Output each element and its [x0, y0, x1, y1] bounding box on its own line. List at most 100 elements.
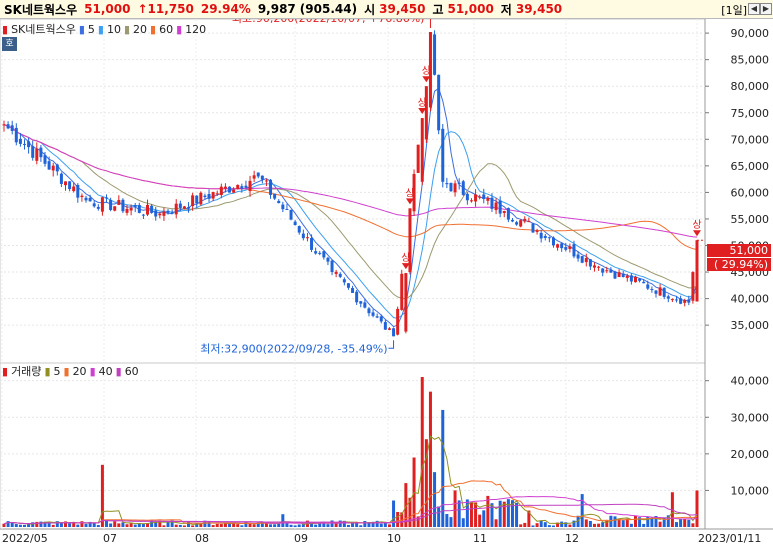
candle-body [162, 211, 166, 216]
candle-body [457, 182, 461, 184]
volume-bar [96, 525, 100, 527]
candle-body [404, 273, 408, 332]
candle-body [150, 205, 154, 213]
volume-bar [178, 524, 182, 527]
candle-body [55, 164, 59, 172]
candle-body [465, 193, 469, 201]
volume-bar [182, 525, 186, 527]
volume-bar [695, 490, 699, 527]
vol-legend-ma40-icon: ▮ [89, 364, 96, 378]
volume-bar [584, 519, 588, 527]
price-panel [0, 19, 706, 364]
candle-body [646, 284, 650, 289]
candle-body [10, 125, 14, 131]
candle-body [601, 268, 605, 273]
quote-icon[interactable]: 호 [2, 37, 17, 51]
volume-tick-label: 30,000 [731, 411, 770, 424]
volume-bar [515, 502, 519, 527]
candle-body [72, 186, 76, 192]
candle-body [80, 195, 84, 198]
candle-body [584, 258, 588, 263]
candle-body [367, 308, 371, 314]
candle-body [88, 197, 92, 202]
candle-body [551, 237, 555, 246]
volume-bar [121, 522, 125, 527]
candle-body [269, 179, 273, 195]
volume-bar [592, 523, 596, 527]
price-tick-label: 55,000 [731, 213, 770, 226]
vol-legend-ma5-icon: ▮ [44, 364, 51, 378]
volume-bar [23, 524, 27, 527]
candle-body [318, 252, 322, 254]
volume-bar [297, 524, 301, 527]
candle-body [613, 271, 617, 279]
volume-bar [109, 523, 113, 527]
legend-ma20: 20 [133, 22, 148, 36]
candle-body [576, 254, 580, 259]
candle-body [68, 181, 72, 190]
candle-body [146, 204, 150, 215]
volume-value: 9,987 [257, 2, 296, 16]
candle-body [670, 299, 674, 301]
legend-ma120: 120 [185, 22, 207, 36]
candle-body [392, 328, 396, 337]
candle-body [100, 197, 104, 212]
candle-body [609, 270, 613, 273]
candle-body [625, 275, 629, 278]
candle-body [293, 221, 297, 226]
volume-bar [113, 521, 117, 527]
volume-bar [482, 510, 486, 527]
candle-body [47, 161, 51, 170]
candle-body [2, 124, 6, 126]
volume-bar [502, 501, 506, 527]
candle-body [211, 192, 215, 199]
candle-body [289, 210, 293, 220]
candle-body [449, 182, 453, 192]
volume-bar [240, 525, 244, 527]
candle-body [375, 316, 379, 318]
stock-chart[interactable]: 35,00040,00045,00050,00055,00060,00065,0… [0, 19, 773, 548]
candle-body [141, 214, 145, 216]
date-tick-label: 2023/01/11 [698, 532, 761, 545]
candle-body [207, 194, 211, 199]
volume-bar [420, 377, 424, 527]
candle-body [437, 74, 441, 131]
legend-bar-icon: ▮ [2, 22, 9, 36]
candle-body [232, 189, 236, 193]
candle-body [182, 206, 186, 209]
legend-stock-name: SK네트웍스우 [11, 23, 76, 36]
volume-bar [273, 524, 277, 527]
volume-bar [162, 525, 166, 527]
price-tick-label: 75,000 [731, 107, 770, 120]
candle-body [687, 299, 691, 303]
candle-body [334, 271, 338, 274]
candle-body [326, 257, 330, 262]
candle-body [59, 173, 63, 184]
volume-bar [601, 522, 605, 527]
limit-up-label: 상 [422, 65, 431, 77]
volume-bar [474, 502, 478, 527]
vol-legend-ma60-icon: ▮ [115, 364, 122, 378]
volume-legend: ▮ 거래량 ▮ 5 ▮ 20 ▮ 40 ▮ 60 [2, 363, 142, 379]
next-arrow-icon[interactable]: ▶ [760, 3, 772, 15]
prev-arrow-icon[interactable]: ◀ [748, 3, 760, 15]
volume-bar [59, 522, 63, 527]
price-change-pct: 29.94% [200, 2, 251, 16]
vol-legend-ma5: 5 [53, 364, 61, 378]
volume-bar [531, 525, 535, 527]
candle-body [510, 219, 514, 222]
candle-body [580, 256, 584, 263]
candle-body [527, 221, 531, 223]
volume-bar [642, 523, 646, 527]
candle-body [301, 233, 305, 239]
volume-bar [51, 524, 55, 527]
candle-body [556, 244, 560, 248]
volume-bar [629, 523, 633, 527]
candle-body [424, 86, 428, 140]
candle-body [691, 272, 695, 301]
candle-body [597, 266, 601, 268]
volume-bar [568, 524, 572, 527]
period-selector[interactable]: [1일] [721, 2, 747, 18]
volume-bar [461, 518, 465, 527]
volume-bar [543, 522, 547, 527]
